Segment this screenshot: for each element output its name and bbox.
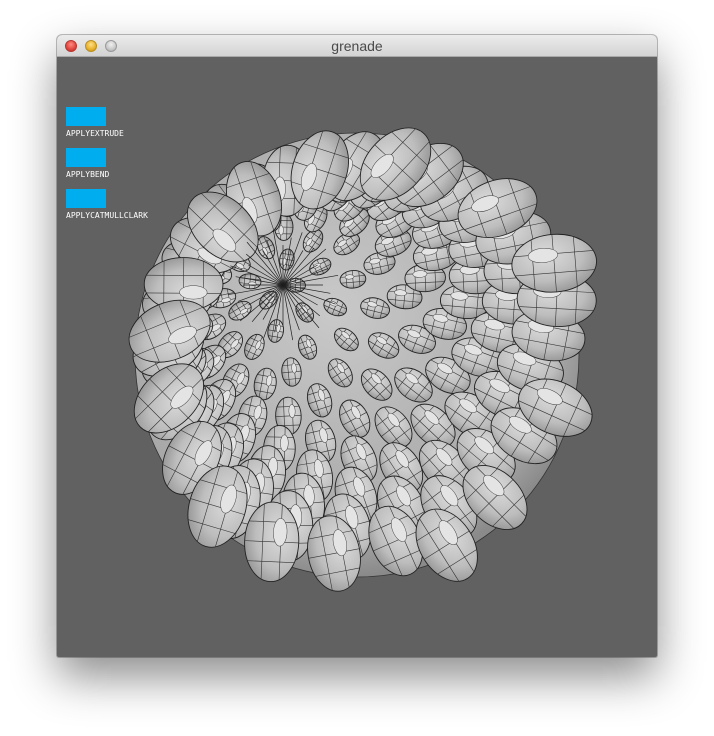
- control-apply-extrude: APPLYEXTRUDE: [66, 107, 148, 138]
- apply-bend-button[interactable]: [66, 148, 106, 167]
- apply-catmullclark-button[interactable]: [66, 189, 106, 208]
- control-apply-bend: APPLYBEND: [66, 148, 148, 179]
- app-window: grenade APPLYEXTRUDE APPLYBEND APPLYCATM…: [57, 35, 657, 657]
- window-title: grenade: [331, 38, 383, 54]
- control-panel: APPLYEXTRUDE APPLYBEND APPLYCATMULLCLARK: [66, 107, 148, 230]
- render-canvas[interactable]: APPLYEXTRUDE APPLYBEND APPLYCATMULLCLARK: [57, 57, 657, 657]
- control-apply-catmullclark: APPLYCATMULLCLARK: [66, 189, 148, 220]
- apply-bend-label: APPLYBEND: [66, 170, 110, 179]
- title-bar[interactable]: grenade: [57, 35, 657, 57]
- apply-extrude-label: APPLYEXTRUDE: [66, 129, 124, 138]
- apply-catmullclark-label: APPLYCATMULLCLARK: [66, 211, 148, 220]
- apply-extrude-button[interactable]: [66, 107, 106, 126]
